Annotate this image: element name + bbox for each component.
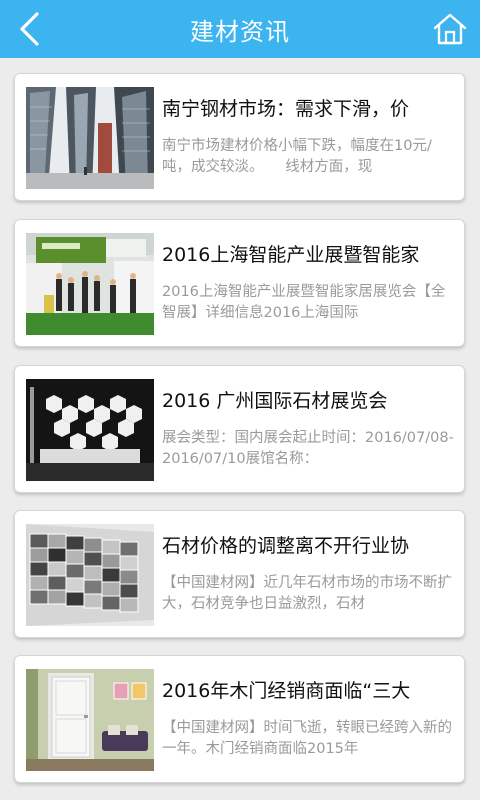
news-title: 2016上海智能产业展暨智能家 [162, 244, 420, 266]
news-card[interactable]: 2016 广州国际石材展览会 展会类型：国内展会起止时间：2016/07/08-… [14, 365, 465, 493]
page-title: 建材资讯 [190, 17, 290, 46]
news-summary: 展会类型：国内展会起止时间：2016/07/08-2016/07/10展馆名称： [162, 430, 454, 467]
news-card[interactable]: 2016上海智能产业展暨智能家 2016上海智能产业展暨智能家居展览会【全智展】… [14, 219, 465, 347]
news-title: 石材价格的调整离不开行业协 [162, 535, 410, 557]
news-list[interactable]: 南宁钢材市场：需求下滑，价 南宁市场建材价格小幅下跌，幅度在10元/吨，成交较淡… [0, 58, 480, 800]
news-card[interactable]: 南宁钢材市场：需求下滑，价 南宁市场建材价格小幅下跌，幅度在10元/吨，成交较淡… [14, 73, 465, 201]
news-thumbnail [26, 233, 154, 335]
news-card[interactable]: 2016年木门经销商面临“三大 【中国建材网】时间飞逝，转眼已经跨入新的一年。木… [14, 655, 465, 783]
news-summary: 【中国建材网】时间飞逝，转眼已经跨入新的一年。木门经销商面临2015年 [162, 720, 452, 757]
back-button[interactable] [10, 9, 50, 49]
news-summary: 【中国建材网】近几年石材市场的市场不断扩大，石材竞争也日益激烈，石材 [162, 575, 452, 612]
news-title: 南宁钢材市场：需求下滑，价 [162, 98, 410, 120]
news-title: 2016年木门经销商面临“三大 [162, 680, 411, 702]
news-summary: 2016上海智能产业展暨智能家居展览会【全智展】详细信息2016上海国际 [162, 284, 446, 321]
chevron-left-icon [20, 12, 39, 46]
news-card[interactable]: 石材价格的调整离不开行业协 【中国建材网】近几年石材市场的市场不断扩大，石材竞争… [14, 510, 465, 638]
home-button[interactable] [430, 9, 470, 49]
news-summary: 南宁市场建材价格小幅下跌，幅度在10元/吨，成交较淡。 线材方面，现 [162, 138, 432, 175]
news-thumbnail [26, 669, 154, 771]
news-thumbnail [26, 379, 154, 481]
news-title: 2016 广州国际石材展览会 [162, 390, 388, 412]
news-thumbnail [26, 524, 154, 626]
news-thumbnail [26, 87, 154, 189]
home-icon [433, 13, 467, 45]
app-header: 建材资讯 [0, 0, 480, 58]
